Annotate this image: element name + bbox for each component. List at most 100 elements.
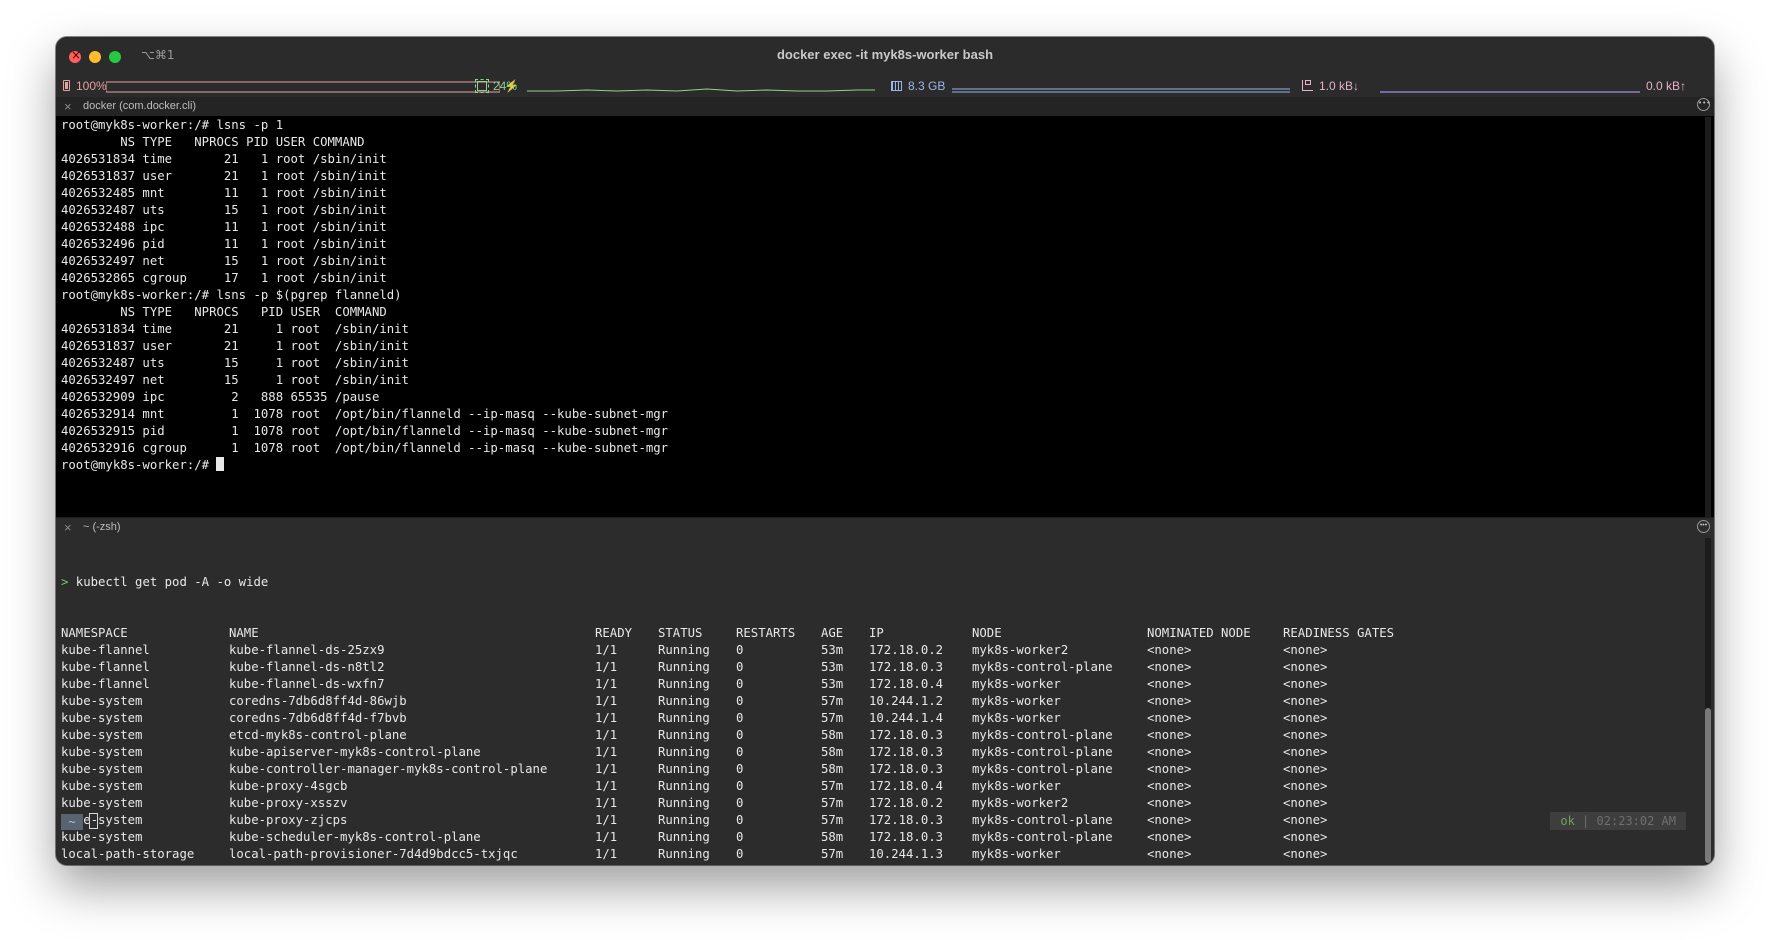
close-pane-icon[interactable]: × — [64, 520, 72, 535]
table-row: kube-system kube-controller-manager-myk8s… — [61, 761, 1327, 778]
terminal-line: 4026532914 mnt 1 1078 root /opt/bin/flan… — [61, 407, 669, 421]
table-cell: 1/1 — [595, 796, 618, 810]
terminal-line: 4026532909 ipc 2 888 65535 /pause — [61, 390, 380, 404]
table-cell: 172.18.0.3 — [869, 728, 944, 742]
table-row: kube-system kube-apiserver-myk8s-control-… — [61, 744, 1327, 761]
input-cursor[interactable] — [89, 813, 98, 829]
table-cell: 172.18.0.4 — [869, 677, 944, 691]
table-row: kube-system kube-proxy-4sgcb 1/1 Running 0 57… — [61, 778, 1327, 795]
table-cell: Running — [658, 677, 710, 691]
battery-gauge — [106, 81, 500, 93]
terminal-line: 4026531837 user 21 1 root /sbin/init — [61, 339, 409, 353]
table-cell: READY — [595, 626, 633, 640]
terminal-prompt-line: root@myk8s-worker:/# — [61, 457, 668, 474]
status-separator: | — [1574, 814, 1597, 828]
table-cell: <none> — [1147, 847, 1192, 861]
table-cell: 0 — [736, 660, 744, 674]
table-cell: 10.244.1.4 — [869, 711, 944, 725]
table-cell: Running — [658, 762, 710, 776]
table-cell: 1/1 — [595, 728, 618, 742]
table-cell: myk8s-control-plane — [972, 762, 1113, 776]
table-cell: <none> — [1147, 694, 1192, 708]
table-cell: <none> — [1283, 728, 1328, 742]
table-row: kube-system coredns-7db6d8ff4d-86wjb 1/1 Ru… — [61, 693, 1327, 710]
table-cell: <none> — [1147, 660, 1192, 674]
table-cell: Running — [658, 796, 710, 810]
table-cell: 0 — [736, 762, 744, 776]
table-cell: <none> — [1147, 779, 1192, 793]
table-cell: myk8s-worker2 — [972, 643, 1069, 657]
cpu-graph — [527, 81, 875, 93]
status-bar: 100% ⚡ 24% 8.3 GB 1.0 kB↓ 0.0 kB↑ — [56, 77, 1714, 97]
table-cell: <none> — [1283, 711, 1328, 725]
table-cell: local-path-provisioner-7d4d9bdcc5-txjqc — [229, 847, 518, 861]
bottom-terminal-pane[interactable]: × ~ (-zsh) ••• > kubectl get pod -A -o w… — [56, 518, 1714, 865]
clock: 02:23:02 AM — [1596, 814, 1676, 828]
table-cell: <none> — [1283, 660, 1328, 674]
terminal-line: root@myk8s-worker:/# lsns -p 1 — [61, 118, 284, 132]
top-terminal-pane[interactable]: × docker (com.docker.cli) root@myk8s-wor… — [56, 97, 1714, 517]
table-cell: Running — [658, 813, 710, 827]
table-cell: kube-system — [61, 762, 143, 776]
table-cell: <none> — [1147, 643, 1192, 657]
cwd-badge: ~ — [61, 814, 83, 830]
table-cell: 0 — [736, 745, 744, 759]
table-cell: 172.18.0.4 — [869, 779, 944, 793]
table-cell: 58m — [821, 745, 844, 759]
memory-icon — [891, 81, 902, 91]
table-row: kube-system kube-scheduler-myk8s-control-… — [61, 829, 1327, 846]
top-pane-scrollbar[interactable] — [1705, 117, 1711, 517]
terminal-line: 4026532496 pid 11 1 root /sbin/init — [61, 237, 387, 251]
table-cell: READINESS GATES — [1283, 626, 1395, 640]
bottom-pane-menu-icon[interactable]: ••• — [1697, 520, 1710, 533]
table-cell: coredns-7db6d8ff4d-86wjb — [229, 694, 407, 708]
table-cell: myk8s-control-plane — [972, 745, 1113, 759]
table-header-row: NAMESPACE NAME READY STATUS RESTARTS AGE IP NOD… — [61, 625, 1394, 642]
top-pane-title: docker (com.docker.cli) — [83, 100, 197, 112]
table-cell: <none> — [1147, 677, 1192, 691]
close-pane-icon[interactable]: × — [64, 99, 72, 114]
table-cell: 58m — [821, 830, 844, 844]
table-cell: 172.18.0.2 — [869, 643, 944, 657]
shell-prompt-text: root@myk8s-worker:/# — [61, 458, 217, 472]
table-cell: local-path-storage — [61, 847, 195, 861]
table-cell: 1/1 — [595, 643, 618, 657]
table-cell: kube-system — [61, 796, 143, 810]
table-cell: 0 — [736, 677, 744, 691]
table-cell: 0 — [736, 830, 744, 844]
table-cell: <none> — [1283, 796, 1328, 810]
table-cell: 172.18.0.3 — [869, 813, 944, 827]
table-cell: 53m — [821, 660, 844, 674]
table-cell: <none> — [1283, 677, 1328, 691]
table-cell: <none> — [1283, 745, 1328, 759]
table-cell: 0 — [736, 779, 744, 793]
network-down-value: 1.0 kB↓ — [1319, 79, 1360, 93]
bottom-pane-scroll-thumb[interactable] — [1705, 708, 1711, 863]
top-pane-menu-icon[interactable]: ••• — [1697, 98, 1710, 111]
table-cell: 0 — [736, 694, 744, 708]
exit-status: ok — [1560, 814, 1575, 828]
table-cell: 1/1 — [595, 830, 618, 844]
table-cell: myk8s-worker — [972, 711, 1061, 725]
table-cell: <none> — [1147, 728, 1192, 742]
command-text: kubectl get pod -A -o wide — [68, 575, 269, 589]
table-row: local-path-storage local-path-provisioner… — [61, 846, 1327, 863]
table-row: kube-flannel kube-flannel-ds-wxfn7 1/1 Runn… — [61, 676, 1327, 693]
table-cell: <none> — [1147, 745, 1192, 759]
table-row: kube-system etcd-myk8s-control-plane 1/1 Ru… — [61, 727, 1327, 744]
table-cell: <none> — [1147, 830, 1192, 844]
table-cell: myk8s-control-plane — [972, 728, 1113, 742]
table-cell: kube-system — [61, 745, 143, 759]
table-cell: 1/1 — [595, 779, 618, 793]
table-cell: 53m — [821, 643, 844, 657]
table-cell: kube-flannel — [61, 660, 150, 674]
table-cell: coredns-7db6d8ff4d-f7bvb — [229, 711, 407, 725]
table-cell: myk8s-worker — [972, 677, 1061, 691]
window-title: docker exec -it myk8s-worker bash — [776, 47, 994, 62]
terminal-cursor[interactable] — [216, 457, 225, 471]
table-cell: kube-scheduler-myk8s-control-plane — [229, 830, 481, 844]
table-cell: <none> — [1147, 711, 1192, 725]
table-cell: Running — [658, 643, 710, 657]
table-cell: 1/1 — [595, 762, 618, 776]
table-cell: myk8s-control-plane — [972, 813, 1113, 827]
